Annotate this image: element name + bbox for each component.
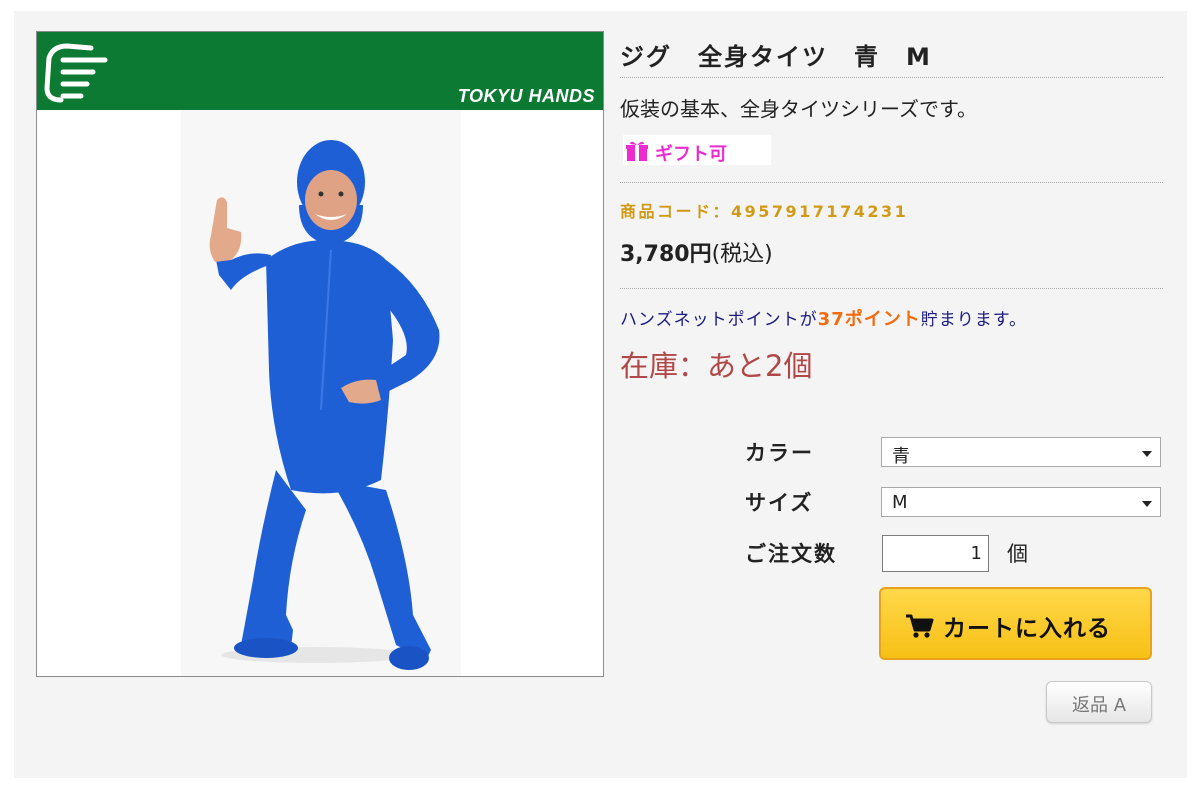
return-policy-button[interactable]: 返品 A — [1046, 681, 1152, 723]
return-label: 返品 A — [1071, 695, 1127, 716]
quantity-input[interactable] — [882, 535, 989, 572]
product-price: 3,780円(税込) — [620, 236, 773, 268]
brand-banner: TOKYU HANDS — [37, 32, 603, 110]
cart-icon — [906, 614, 934, 638]
product-code: 商品コード：4957917174231 — [620, 202, 909, 221]
size-select[interactable]: M — [881, 487, 1161, 517]
price-value: 3,780円 — [620, 242, 712, 267]
tax-note: (税込) — [711, 242, 773, 267]
pointing-hand-logo-icon — [44, 43, 108, 103]
brand-logo-text: TOKYU HANDS — [457, 86, 595, 106]
product-image-frame: TOKYU HANDS — [36, 31, 604, 677]
divider — [620, 182, 1163, 183]
color-label: カラー — [745, 441, 814, 465]
add-to-cart-label: カートに入れる — [943, 616, 1111, 642]
color-select-value: 青 — [892, 446, 910, 467]
size-select-value: M — [892, 492, 908, 513]
product-description: 仮装の基本、全身タイツシリーズです。 — [620, 97, 977, 121]
chevron-down-icon — [1142, 451, 1152, 457]
product-title: ジグ 全身タイツ 青 M — [620, 43, 932, 71]
points-suffix: 貯まります。 — [920, 310, 1028, 330]
points-info: ハンズネットポイントが37ポイント貯まります。 — [620, 305, 1027, 331]
points-value: 37ポイント — [817, 309, 921, 330]
points-prefix: ハンズネットポイントが — [620, 310, 818, 330]
size-label: サイズ — [745, 491, 814, 515]
add-to-cart-button[interactable]: カートに入れる — [879, 587, 1152, 660]
product-photo — [181, 110, 461, 676]
stock-status: 在庫：あと2個 — [620, 349, 813, 383]
blue-bodysuit-model-image — [209, 140, 440, 670]
color-select[interactable]: 青 — [881, 437, 1161, 467]
quantity-label: ご注文数 — [745, 542, 837, 566]
gift-badge: ギフト可 — [623, 135, 771, 165]
divider — [620, 288, 1163, 289]
gift-icon — [626, 141, 648, 161]
gift-label: ギフト可 — [655, 144, 727, 165]
chevron-down-icon — [1142, 501, 1152, 507]
quantity-unit: 個 — [1007, 542, 1028, 566]
divider — [620, 77, 1163, 78]
